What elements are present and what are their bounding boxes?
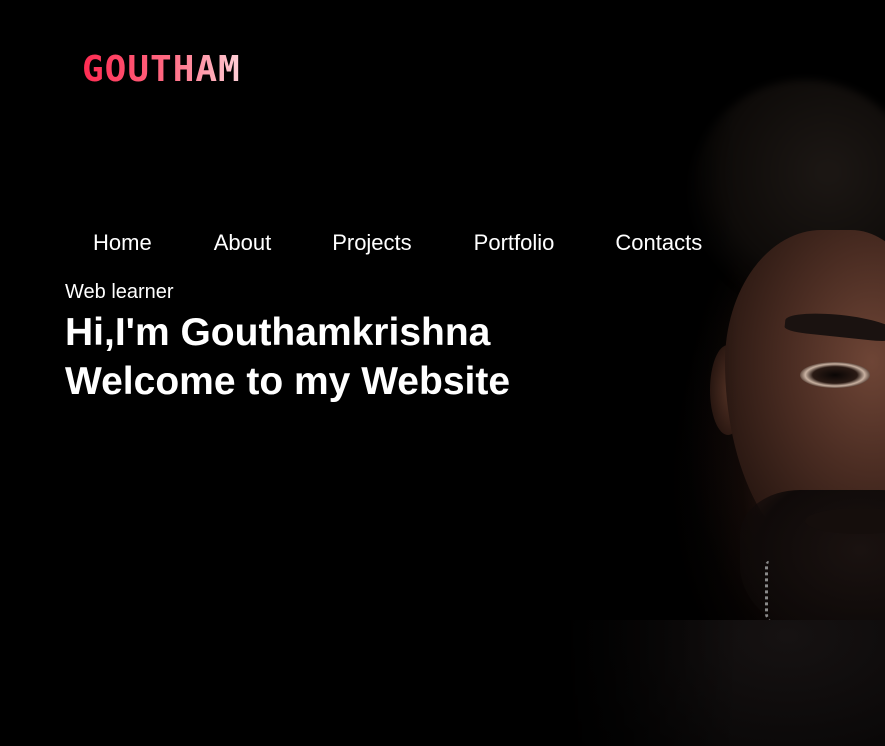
headline-line-greeting: Hi,I'm Gouthamkrishna: [65, 311, 491, 354]
nav-portfolio-link[interactable]: Portfolio: [474, 229, 555, 257]
site-logo[interactable]: GOUTHAM: [82, 50, 241, 90]
nav-about-link[interactable]: About: [214, 229, 272, 257]
nav-home-link[interactable]: Home: [93, 229, 152, 257]
photo-left-fade: [560, 60, 885, 746]
headline-line-welcome: Welcome to my Website: [65, 360, 511, 403]
nav-projects-link[interactable]: Projects: [332, 229, 411, 257]
main-nav: Home About Projects Portfolio Contacts: [93, 229, 702, 257]
hero-headline: Hi,I'm Gouthamkrishna Welcome to my Webs…: [65, 308, 510, 406]
hero-portrait-photo: [560, 60, 885, 746]
nav-contacts-link[interactable]: Contacts: [615, 229, 702, 257]
hero-subtitle: Web learner: [65, 281, 174, 303]
